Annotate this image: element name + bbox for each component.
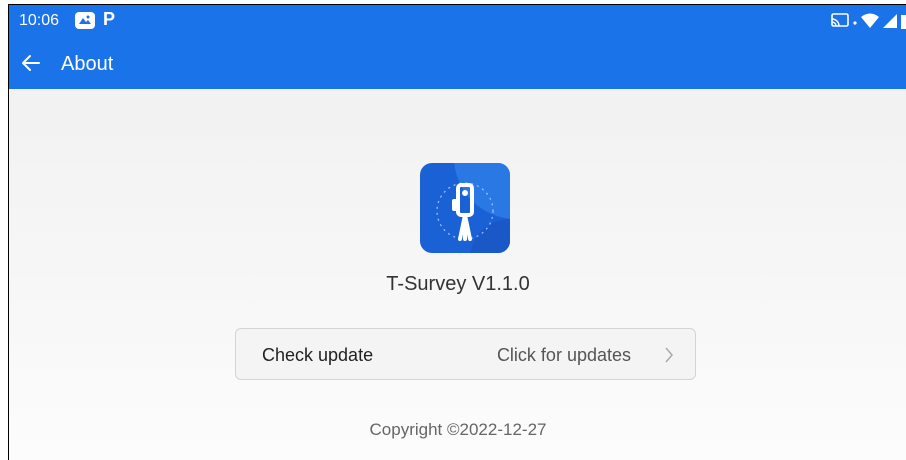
status-icons [831, 13, 906, 29]
wifi-icon [861, 13, 879, 28]
app-name-version: T-Survey V1.1.0 [386, 273, 530, 295]
status-time: 10:06 [19, 12, 60, 29]
status-bar: 10:06 P [9, 5, 906, 39]
chevron-right-icon [665, 347, 673, 363]
check-update-value: Click for updates [496, 345, 631, 365]
app-screen: 10:06 P About T-Survey V1.1.0 Check upda… [8, 4, 906, 460]
app-logo [420, 163, 510, 253]
signal-dot-icon [853, 21, 857, 25]
check-update-button[interactable]: Check update Click for updates [235, 328, 696, 380]
check-update-label: Check update [262, 345, 374, 365]
arrow-left-icon[interactable] [19, 51, 43, 75]
page-title: About [61, 53, 114, 75]
p-notification-icon: P [103, 9, 116, 29]
battery-icon [901, 15, 906, 29]
cast-icon [831, 13, 849, 27]
app-bar: About [9, 39, 906, 89]
signal-icon [883, 14, 897, 28]
gallery-notification-icon [75, 12, 95, 29]
surveyor-instrument-icon [436, 163, 510, 253]
copyright-text: Copyright ©2022-12-27 [369, 420, 547, 439]
